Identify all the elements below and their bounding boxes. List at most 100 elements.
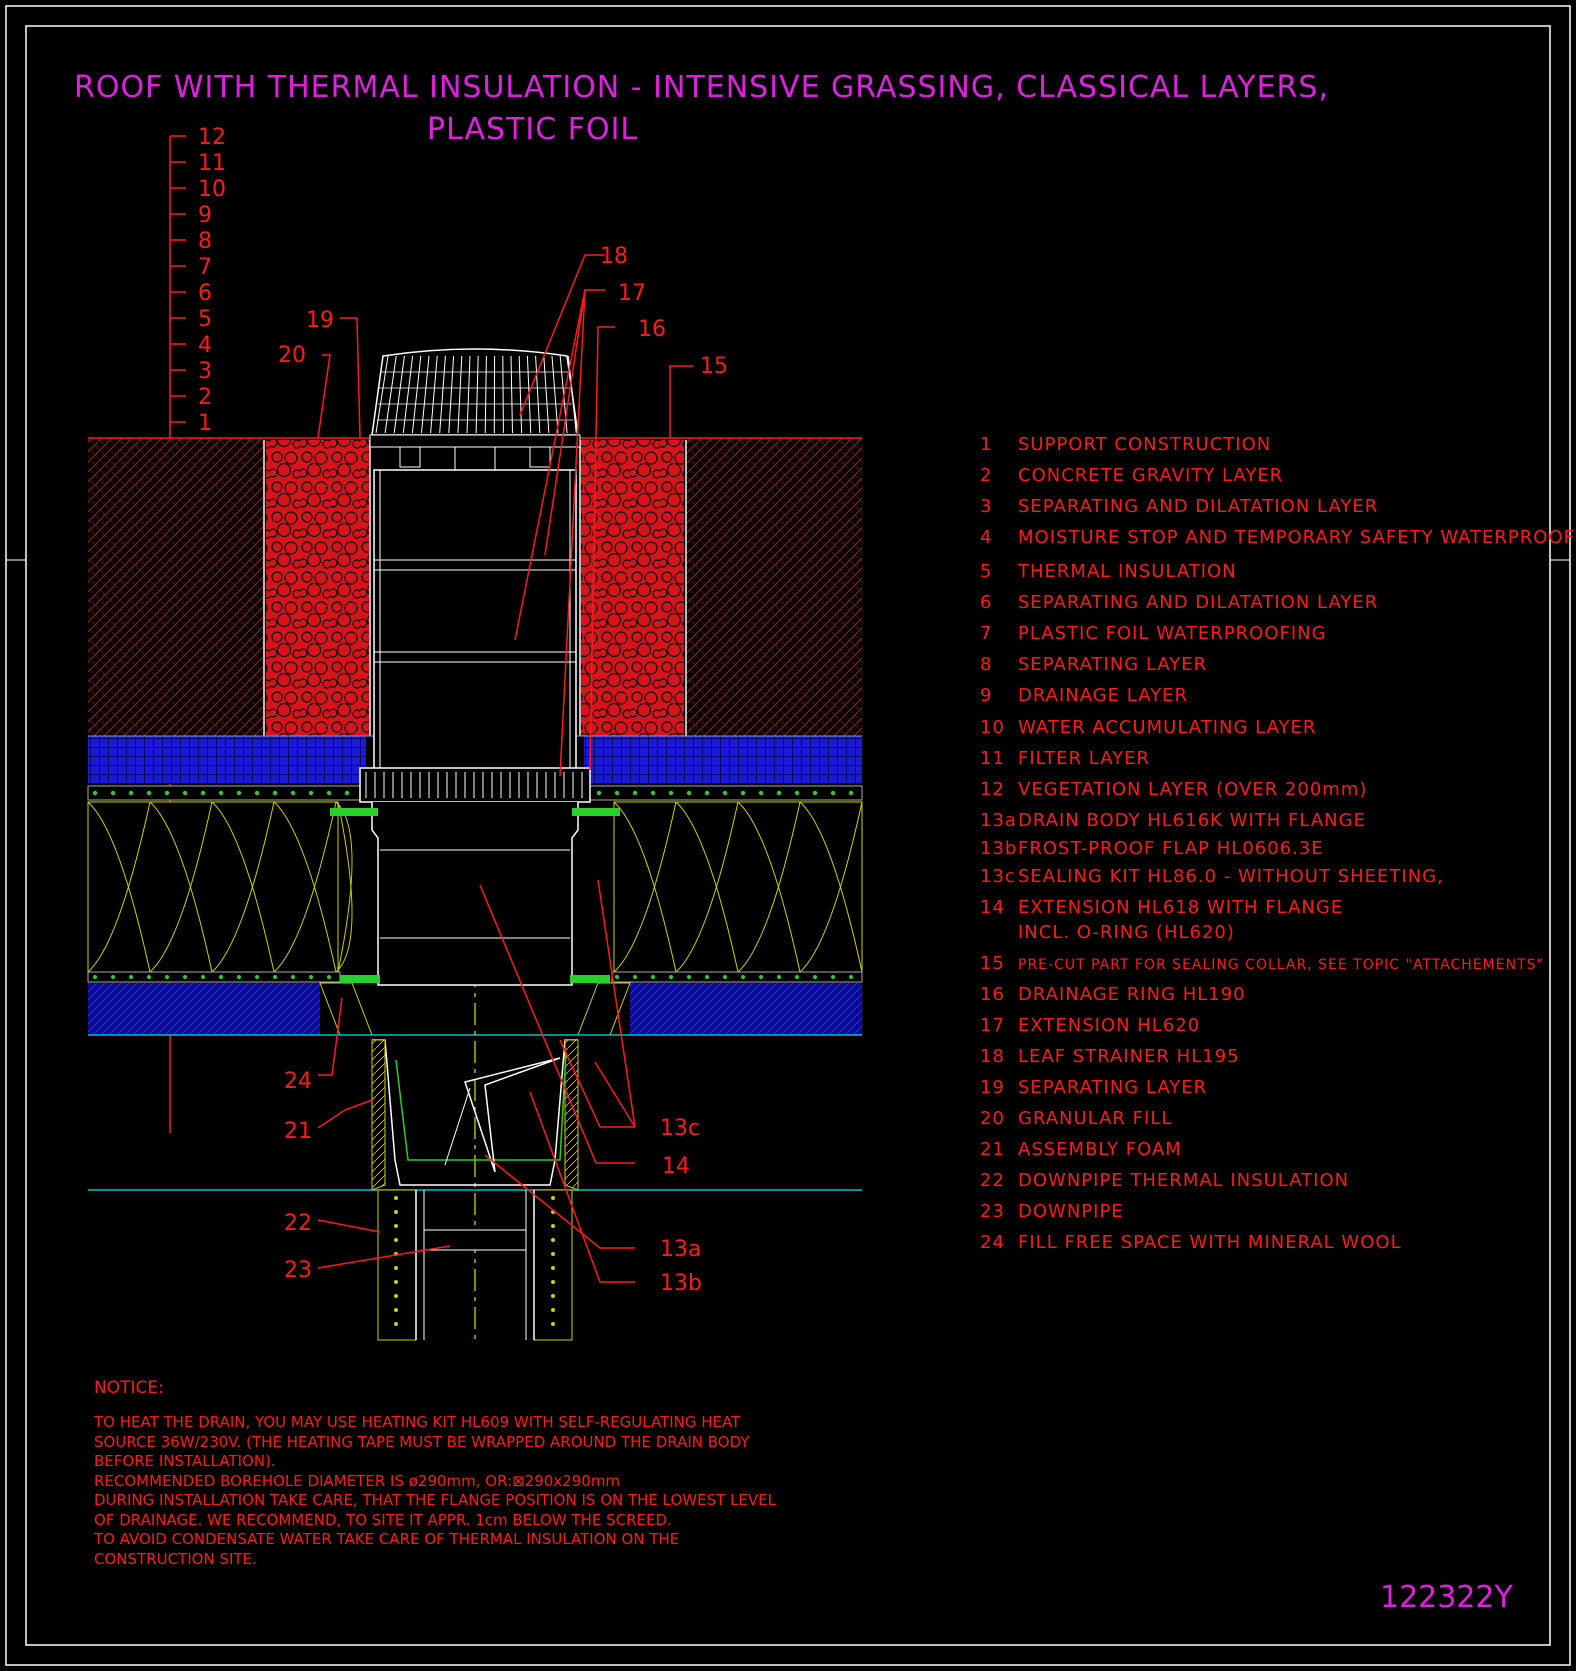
layer-scale-label: 5 (198, 307, 212, 332)
legend-item-text: SEALING KIT HL86.0 - WITHOUT SHEETING, (1018, 866, 1444, 887)
legend-item-text: DOWNPIPE THERMAL INSULATION (1018, 1170, 1350, 1191)
legend-item-text: DRAINAGE LAYER (1018, 685, 1188, 706)
legend-item-text: DRAIN BODY HL616K WITH FLANGE (1018, 810, 1366, 831)
drainage-ring (359, 767, 591, 803)
callout-19: 19 (306, 308, 334, 333)
legend-item-number: 16 (980, 984, 1005, 1005)
legend-item-number: 2 (980, 465, 993, 486)
legend-item-text: MOISTURE STOP AND TEMPORARY SAFETY WATER… (1018, 527, 1576, 548)
legend-item: 17 EXTENSION HL620 (980, 1015, 1200, 1036)
legend-item: 11 FILTER LAYER (980, 748, 1150, 769)
thermal-insulation-right (613, 801, 863, 973)
legend-item: 19 SEPARATING LAYER (980, 1077, 1207, 1098)
extension-pipe (373, 469, 577, 771)
legend-item-text: LEAF STRAINER HL195 (1018, 1046, 1240, 1067)
legend-item-text: SUPPORT CONSTRUCTION (1018, 434, 1272, 455)
layer-scale-label: 6 (198, 281, 212, 306)
concrete-layer-right (630, 983, 862, 1035)
legend-item-text: PRE-CUT PART FOR SEALING COLLAR, SEE TOP… (1018, 957, 1544, 973)
legend-item-number: 21 (980, 1139, 1005, 1160)
drawing-title-line2: PLASTIC FOIL (427, 112, 639, 147)
legend-item-number: 20 (980, 1108, 1005, 1129)
callout-18: 18 (600, 244, 628, 269)
legend-item-number: 19 (980, 1077, 1005, 1098)
legend-item-text: FILL FREE SPACE WITH MINERAL WOOL (1018, 1232, 1402, 1253)
legend-item-number: 18 (980, 1046, 1005, 1067)
legend-item: 12 VEGETATION LAYER (OVER 200mm) (980, 779, 1367, 800)
layer-scale-label: 1 (198, 411, 212, 436)
layer-scale-label: 9 (198, 203, 212, 228)
layer-scale-label: 7 (198, 255, 212, 280)
moisture-stop-right (611, 971, 863, 983)
legend-item: 20 GRANULAR FILL (980, 1108, 1172, 1129)
legend-item-text: SEPARATING LAYER (1018, 1077, 1208, 1098)
legend-item-text: WATER ACCUMULATING LAYER (1018, 717, 1317, 738)
legend-item: 16 DRAINAGE RING HL190 (980, 984, 1246, 1005)
legend-item-text: DOWNPIPE (1018, 1201, 1124, 1222)
legend-item: 18 LEAF STRAINER HL195 (980, 1046, 1240, 1067)
legend-item-number: 3 (980, 496, 993, 517)
legend-item: 7 PLASTIC FOIL WATERPROOFING (980, 623, 1327, 644)
callout-13b: 13b (660, 1271, 702, 1296)
legend-item-number: 13c (980, 866, 1016, 887)
concrete-layer-left (88, 983, 320, 1035)
layer-scale-label: 11 (198, 151, 226, 176)
legend-item-text: THERMAL INSULATION (1018, 561, 1237, 582)
legend-item-text: FILTER LAYER (1018, 748, 1151, 769)
legend-item-number: 13a (980, 810, 1017, 831)
legend-item: 9 DRAINAGE LAYER (980, 685, 1188, 706)
legend-item: 13bFROST-PROOF FLAP HL0606.3E (980, 838, 1324, 859)
notice-heading: NOTICE: (94, 1378, 164, 1398)
legend-item: 14 EXTENSION HL618 WITH FLANGE (980, 897, 1343, 918)
moisture-stop-left (87, 971, 341, 983)
thermal-insulation-left (87, 801, 339, 973)
legend-item-number: 6 (980, 592, 993, 613)
drawing-code: 122322Y (1380, 1580, 1513, 1615)
legend-item-number: 5 (980, 561, 993, 582)
layer-scale-label: 4 (198, 333, 212, 358)
notice-line: OF DRAINAGE. WE RECOMMEND, TO SITE IT AP… (94, 1510, 672, 1529)
legend-item-text: VEGETATION LAYER (OVER 200mm) (1018, 779, 1368, 800)
notice-line: CONSTRUCTION SITE. (94, 1549, 257, 1568)
legend-item: 21 ASSEMBLY FOAM (980, 1139, 1182, 1160)
legend-item: 13aDRAIN BODY HL616K WITH FLANGE (980, 810, 1366, 831)
callout-24: 24 (284, 1069, 312, 1094)
legend-item: 8 SEPARATING LAYER (980, 654, 1207, 675)
layer-scale-label: 2 (198, 385, 212, 410)
legend-item-number: 23 (980, 1201, 1005, 1222)
notice-line: DURING INSTALLATION TAKE CARE, THAT THE … (94, 1491, 776, 1509)
legend-item: 4 MOISTURE STOP AND TEMPORARY SAFETY WATE… (980, 527, 1576, 548)
legend-item-text: EXTENSION HL618 WITH FLANGE (1018, 897, 1344, 918)
legend-item: INCL. O-RING (HL620) (980, 922, 1235, 943)
legend-item-text: ASSEMBLY FOAM (1018, 1139, 1182, 1160)
callout-22: 22 (284, 1211, 312, 1236)
callout-13a: 13a (660, 1237, 701, 1262)
legend-item-text: SEPARATING AND DILATATION LAYER (1018, 592, 1379, 613)
layer-scale-label: 3 (198, 359, 212, 384)
legend-item: 22 DOWNPIPE THERMAL INSULATION (980, 1170, 1349, 1191)
legend-item-number: 4 (980, 527, 993, 548)
legend-item-text: FROST-PROOF FLAP HL0606.3E (1018, 838, 1324, 859)
callout-15: 15 (700, 354, 728, 379)
legend-item: 24 FILL FREE SPACE WITH MINERAL WOOL (980, 1232, 1402, 1253)
notice-line: RECOMMENDED BOREHOLE DIAMETER IS ø290mm,… (94, 1471, 621, 1490)
legend-item-text: SEPARATING AND DILATATION LAYER (1018, 496, 1379, 517)
legend-item-number: 10 (980, 717, 1005, 738)
legend-item: 15 PRE-CUT PART FOR SEALING COLLAR, SEE T… (980, 953, 1544, 974)
legend-item-number: 24 (980, 1232, 1005, 1253)
callout-21: 21 (284, 1119, 312, 1144)
notice-line: BEFORE INSTALLATION). (94, 1452, 276, 1470)
legend-item-text: CONCRETE GRAVITY LAYER (1018, 465, 1284, 486)
granular-fill-left (266, 440, 370, 736)
legend-item-text: GRANULAR FILL (1018, 1108, 1173, 1129)
drainage-layer-left (88, 736, 366, 784)
legend-item-number: 9 (980, 685, 993, 706)
legend-item-number: 1 (980, 434, 993, 455)
leaf-strainer (369, 348, 581, 480)
legend-item-text: DRAINAGE RING HL190 (1018, 984, 1246, 1005)
notice-line: TO HEAT THE DRAIN, YOU MAY USE HEATING K… (94, 1413, 741, 1431)
legend-item-number: 13b (980, 838, 1018, 859)
vegetation-layer-right (686, 438, 862, 736)
callout-13c: 13c (660, 1116, 700, 1141)
legend-item-number: 15 (980, 953, 1005, 974)
